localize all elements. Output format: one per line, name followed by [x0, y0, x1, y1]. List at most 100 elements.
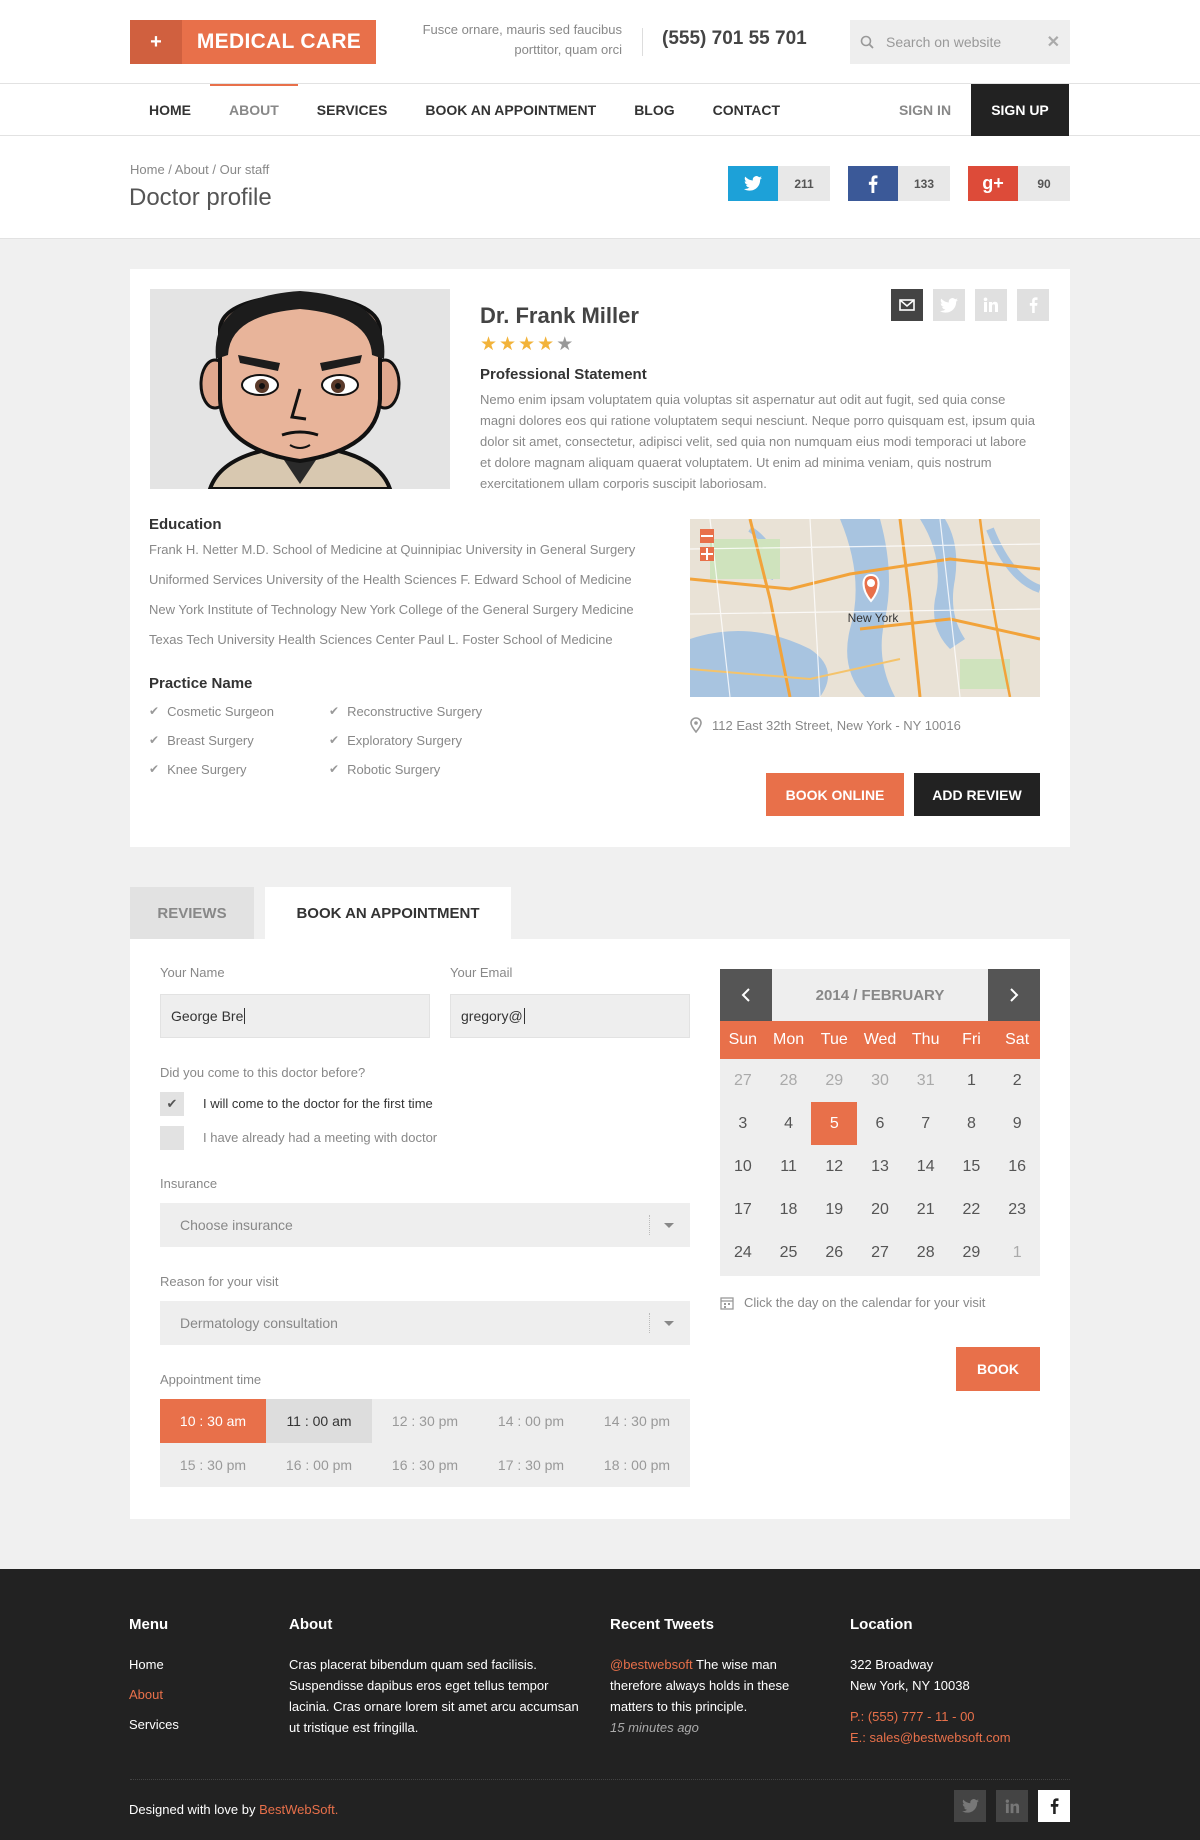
email-label: Your Email	[450, 965, 513, 980]
footer: Menu Home About Services About Cras plac…	[0, 1569, 1200, 1840]
calendar-day[interactable]: 12	[811, 1145, 857, 1188]
practice-title: Practice Name	[149, 675, 253, 692]
nav-item-book-an-appointment[interactable]: BOOK AN APPOINTMENT	[406, 84, 615, 136]
signup-button[interactable]: SIGN UP	[971, 84, 1069, 136]
calendar-day[interactable]: 27	[720, 1059, 766, 1102]
footer-social-links	[954, 1790, 1070, 1822]
calendar-day[interactable]: 7	[903, 1102, 949, 1145]
close-icon[interactable]: ✕	[1047, 32, 1060, 52]
next-month-button[interactable]	[988, 969, 1040, 1021]
time-slot[interactable]: 16 : 00 pm	[266, 1443, 372, 1487]
facebook-share[interactable]: 133	[848, 166, 950, 201]
signin-link[interactable]: SIGN IN	[880, 84, 970, 136]
calendar-day[interactable]: 24	[720, 1231, 766, 1274]
time-slot[interactable]: 14 : 30 pm	[584, 1399, 690, 1443]
prev-month-button[interactable]	[720, 969, 772, 1021]
footer-email[interactable]: E.: sales@bestwebsoft.com	[850, 1727, 1011, 1748]
nav-item-home[interactable]: HOME	[130, 84, 210, 136]
nav-item-services[interactable]: SERVICES	[298, 84, 407, 136]
first-time-checkbox[interactable]: ✔	[160, 1092, 184, 1116]
calendar-day[interactable]: 13	[857, 1145, 903, 1188]
footer-menu-services[interactable]: Services	[129, 1714, 179, 1735]
calendar-day[interactable]: 17	[720, 1188, 766, 1231]
calendar-day[interactable]: 21	[903, 1188, 949, 1231]
googleplus-share[interactable]: g+ 90	[968, 166, 1070, 201]
calendar-day[interactable]: 4	[766, 1102, 812, 1145]
calendar-day[interactable]: 8	[949, 1102, 995, 1145]
calendar-day[interactable]: 31	[903, 1059, 949, 1102]
calendar-day[interactable]: 14	[903, 1145, 949, 1188]
map-pin-icon	[690, 717, 702, 733]
twitter-share[interactable]: 211	[728, 166, 830, 201]
nav-item-about[interactable]: ABOUT	[210, 84, 298, 136]
calendar-day[interactable]: 6	[857, 1102, 903, 1145]
calendar-day[interactable]: 3	[720, 1102, 766, 1145]
chevron-down-icon	[664, 1321, 674, 1326]
calendar-day-selected[interactable]: 5	[811, 1102, 858, 1145]
calendar-day[interactable]: 9	[994, 1102, 1040, 1145]
time-slot[interactable]: 10 : 30 am	[160, 1399, 266, 1443]
calendar-day[interactable]: 22	[949, 1188, 995, 1231]
calendar-day[interactable]: 19	[811, 1188, 857, 1231]
time-slot[interactable]: 15 : 30 pm	[160, 1443, 266, 1487]
email-icon[interactable]	[891, 289, 923, 321]
time-slot[interactable]: 11 : 00 am	[266, 1399, 372, 1443]
calendar-day[interactable]: 1	[949, 1059, 995, 1102]
calendar-day[interactable]: 10	[720, 1145, 766, 1188]
search-input[interactable]: Search on website	[886, 34, 1047, 50]
twitter-icon[interactable]	[954, 1790, 986, 1822]
calendar-day[interactable]: 26	[811, 1231, 857, 1274]
linkedin-icon[interactable]	[996, 1790, 1028, 1822]
calendar-day[interactable]: 28	[903, 1231, 949, 1274]
calendar-day[interactable]: 28	[766, 1059, 812, 1102]
doctor-name: Dr. Frank Miller	[480, 303, 639, 328]
footer-menu-home[interactable]: Home	[129, 1654, 164, 1675]
facebook-icon[interactable]	[1038, 1790, 1070, 1822]
name-field[interactable]: George Bre	[160, 994, 430, 1038]
tweet-handle[interactable]: @bestwebsoft	[610, 1657, 693, 1672]
calendar-day[interactable]: 25	[766, 1231, 812, 1274]
calendar-day[interactable]: 23	[994, 1188, 1040, 1231]
nav-item-blog[interactable]: BLOG	[615, 84, 693, 136]
tab-book-appointment[interactable]: BOOK AN APPOINTMENT	[265, 887, 511, 939]
logo[interactable]: + MEDICAL CARE	[130, 20, 376, 64]
calendar-day[interactable]: 18	[766, 1188, 812, 1231]
time-slot[interactable]: 16 : 30 pm	[372, 1443, 478, 1487]
calendar-day[interactable]: 16	[994, 1145, 1040, 1188]
book-button[interactable]: BOOK	[956, 1347, 1040, 1391]
twitter-icon[interactable]	[933, 289, 965, 321]
email-field[interactable]: gregory@	[450, 994, 690, 1038]
insurance-select[interactable]: Choose insurance	[160, 1203, 690, 1247]
breadcrumb[interactable]: Home / About / Our staff	[130, 162, 269, 177]
nav-item-contact[interactable]: CONTACT	[694, 84, 799, 136]
calendar-day[interactable]: 29	[949, 1231, 995, 1274]
copyright-link[interactable]: BestWebSoft.	[259, 1802, 338, 1817]
calendar-day[interactable]: 29	[811, 1059, 857, 1102]
calendar-day[interactable]: 30	[857, 1059, 903, 1102]
time-slot[interactable]: 12 : 30 pm	[372, 1399, 478, 1443]
linkedin-icon[interactable]	[975, 289, 1007, 321]
returning-checkbox[interactable]	[160, 1126, 184, 1150]
book-online-button[interactable]: BOOK ONLINE	[766, 773, 904, 816]
calendar-day[interactable]: 2	[994, 1059, 1040, 1102]
reason-select[interactable]: Dermatology consultation	[160, 1301, 690, 1345]
time-slot[interactable]: 14 : 00 pm	[478, 1399, 584, 1443]
plus-icon: +	[130, 20, 182, 64]
twitter-count: 211	[778, 166, 830, 201]
star-icon: ★	[537, 334, 555, 355]
weekday-row: Sun Mon Tue Wed Thu Fri Sat	[720, 1021, 1040, 1059]
calendar-day[interactable]: 1	[994, 1231, 1040, 1274]
time-slot[interactable]: 18 : 00 pm	[584, 1443, 690, 1487]
time-slot[interactable]: 17 : 30 pm	[478, 1443, 584, 1487]
calendar-day[interactable]: 27	[857, 1231, 903, 1274]
calendar-day[interactable]: 20	[857, 1188, 903, 1231]
search-box[interactable]: Search on website ✕	[850, 20, 1070, 64]
location-map[interactable]: New York	[690, 519, 1040, 697]
googleplus-count: 90	[1018, 166, 1070, 201]
add-review-button[interactable]: ADD REVIEW	[914, 773, 1040, 816]
calendar-day[interactable]: 15	[949, 1145, 995, 1188]
tab-reviews[interactable]: REVIEWS	[130, 887, 254, 939]
calendar-day[interactable]: 11	[766, 1145, 812, 1188]
facebook-icon[interactable]	[1017, 289, 1049, 321]
footer-menu-about[interactable]: About	[129, 1684, 163, 1705]
